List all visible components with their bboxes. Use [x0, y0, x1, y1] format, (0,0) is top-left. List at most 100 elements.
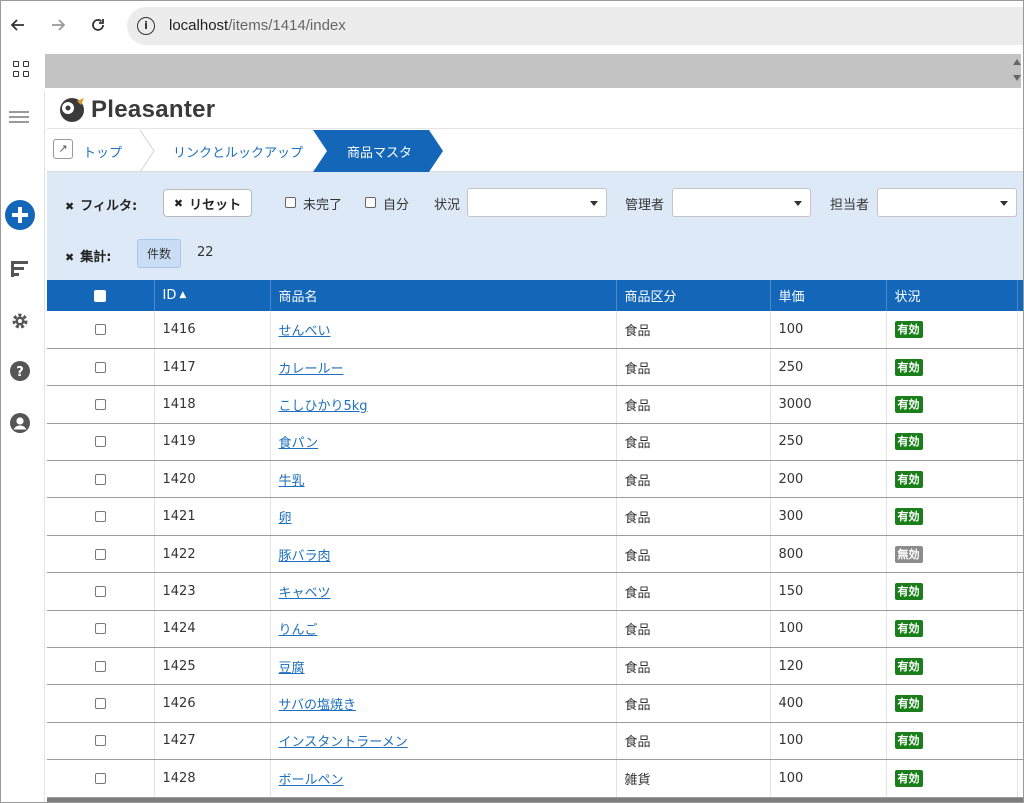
- row-select-cell: [47, 759, 155, 798]
- row-checkbox[interactable]: [94, 772, 106, 784]
- table-row[interactable]: 1424 りんご 食品 100 有効: [47, 610, 1023, 649]
- item-name-link[interactable]: カレールー: [279, 362, 344, 377]
- category-cell: 食品: [616, 722, 771, 761]
- breadcrumb-home[interactable]: トップ: [83, 130, 122, 172]
- gear-icon[interactable]: [8, 309, 32, 333]
- name-cell: りんご: [270, 610, 617, 649]
- back-icon[interactable]: [6, 13, 30, 37]
- item-name-link[interactable]: 豚バラ肉: [279, 549, 331, 564]
- column-header-price[interactable]: 単価: [770, 280, 887, 311]
- table-row[interactable]: 1427 インスタントラーメン 食品 100 有効: [47, 722, 1023, 761]
- table-row[interactable]: 1426 サバの塩焼き 食品 400 有効: [47, 684, 1023, 723]
- aggregate-toggle[interactable]: ✖ 集計:: [65, 246, 111, 265]
- item-name-link[interactable]: ボールペン: [279, 773, 344, 788]
- table-row[interactable]: 1419 食パン 食品 250 有効: [47, 423, 1023, 462]
- row-checkbox[interactable]: [94, 548, 106, 560]
- row-checkbox[interactable]: [94, 623, 106, 635]
- row-checkbox[interactable]: [94, 361, 106, 373]
- sort-icon[interactable]: [8, 257, 32, 281]
- reload-icon[interactable]: [86, 13, 110, 37]
- row-checkbox[interactable]: [94, 398, 106, 410]
- table-row[interactable]: 1417 カレールー 食品 250 有効: [47, 348, 1023, 387]
- select-all-cell: [47, 280, 155, 311]
- id-cell: 1421: [154, 497, 271, 536]
- site-info-icon[interactable]: i: [137, 17, 155, 35]
- incomplete-checkbox[interactable]: [285, 197, 296, 208]
- table-row[interactable]: 1425 豆腐 食品 120 有効: [47, 647, 1023, 686]
- breadcrumb-parent[interactable]: リンクとルックアップ: [173, 130, 303, 172]
- table-row[interactable]: 1416 せんべい 食品 100 有効: [47, 311, 1023, 349]
- reset-button[interactable]: ✖ リセット: [163, 189, 252, 217]
- table-row[interactable]: 1423 キャベツ 食品 150 有効: [47, 572, 1023, 611]
- item-name-link[interactable]: キャベツ: [279, 586, 331, 601]
- status-cell: 有効: [886, 684, 1018, 723]
- row-checkbox[interactable]: [94, 585, 106, 597]
- status-cell: 有効: [886, 423, 1018, 462]
- manager-filter-select[interactable]: [672, 188, 811, 217]
- item-name-link[interactable]: せんべい: [279, 324, 331, 339]
- more-cell: [1017, 759, 1023, 798]
- add-icon[interactable]: [4, 199, 36, 231]
- pleasanter-logo-icon[interactable]: [57, 95, 87, 125]
- owner-filter-label: 担当者: [830, 198, 870, 213]
- table-row[interactable]: 1418 こしひかり5kg 食品 3000 有効: [47, 385, 1023, 424]
- item-name-link[interactable]: 豆腐: [279, 661, 305, 676]
- row-checkbox[interactable]: [94, 735, 106, 747]
- category-cell: 食品: [616, 535, 771, 574]
- items-grid: ID ▲ 商品名 商品区分 単価 状況 1416 せんべい 食品 100 有効 1417 カレ…: [47, 280, 1023, 798]
- row-checkbox[interactable]: [94, 698, 106, 710]
- column-header-category[interactable]: 商品区分: [616, 280, 771, 311]
- price-cell: 100: [770, 311, 887, 349]
- price-cell: 100: [770, 610, 887, 649]
- column-header-status[interactable]: 状況: [886, 280, 1018, 311]
- scroll-up-icon[interactable]: [1013, 59, 1021, 65]
- aggregate-label: 集計:: [80, 250, 112, 265]
- own-checkbox[interactable]: [365, 197, 376, 208]
- address-bar[interactable]: i localhost/items/1414/index: [127, 7, 1023, 45]
- status-cell: 有効: [886, 572, 1018, 611]
- row-select-cell: [47, 610, 155, 649]
- row-checkbox[interactable]: [94, 436, 106, 448]
- filter-toggle[interactable]: ✖ フィルタ:: [65, 195, 137, 214]
- item-name-link[interactable]: 牛乳: [279, 474, 305, 489]
- status-badge: 有効: [894, 732, 923, 750]
- item-name-link[interactable]: サバの塩焼き: [279, 698, 356, 713]
- id-cell: 1428: [154, 759, 271, 798]
- help-icon[interactable]: ?: [8, 359, 32, 383]
- item-name-link[interactable]: 卵: [279, 511, 292, 526]
- column-header-more[interactable]: [1017, 280, 1023, 311]
- row-checkbox[interactable]: [94, 323, 106, 335]
- category-cell: 食品: [616, 572, 771, 611]
- category-cell: 食品: [616, 311, 771, 349]
- table-row[interactable]: 1421 卵 食品 300 有効: [47, 497, 1023, 536]
- owner-filter-select[interactable]: [877, 188, 1017, 217]
- user-icon[interactable]: [8, 411, 32, 435]
- item-name-link[interactable]: りんご: [279, 623, 318, 638]
- screen: i localhost/items/1414/index ? Pleasante…: [0, 0, 1024, 803]
- item-name-link[interactable]: インスタントラーメン: [279, 735, 408, 750]
- table-row[interactable]: 1422 豚バラ肉 食品 800 無効: [47, 535, 1023, 574]
- price-cell: 250: [770, 423, 887, 462]
- status-filter-select[interactable]: [467, 188, 607, 217]
- select-all-checkbox[interactable]: [94, 289, 107, 302]
- forward-icon[interactable]: [46, 13, 70, 37]
- scroll-down-icon[interactable]: [1013, 75, 1021, 81]
- status-cell: 有効: [886, 759, 1018, 798]
- row-checkbox[interactable]: [94, 660, 106, 672]
- column-header-name[interactable]: 商品名: [270, 280, 617, 311]
- status-badge: 有効: [894, 508, 923, 526]
- apps-grid-icon[interactable]: [13, 61, 31, 79]
- column-header-id[interactable]: ID ▲: [154, 280, 271, 311]
- item-name-link[interactable]: こしひかり5kg: [279, 399, 368, 414]
- id-cell: 1427: [154, 722, 271, 761]
- item-name-link[interactable]: 食パン: [279, 436, 319, 451]
- count-chip[interactable]: 件数: [137, 239, 181, 268]
- table-row[interactable]: 1420 牛乳 食品 200 有効: [47, 460, 1023, 499]
- status-badge: 有効: [894, 582, 923, 600]
- menu-icon[interactable]: [8, 105, 32, 129]
- row-checkbox[interactable]: [94, 511, 106, 523]
- horizontal-scrollbar[interactable]: [47, 798, 1023, 802]
- row-checkbox[interactable]: [94, 473, 106, 485]
- table-row[interactable]: 1428 ボールペン 雑貨 100 有効: [47, 759, 1023, 798]
- app-logo-text[interactable]: Pleasanter: [91, 96, 215, 124]
